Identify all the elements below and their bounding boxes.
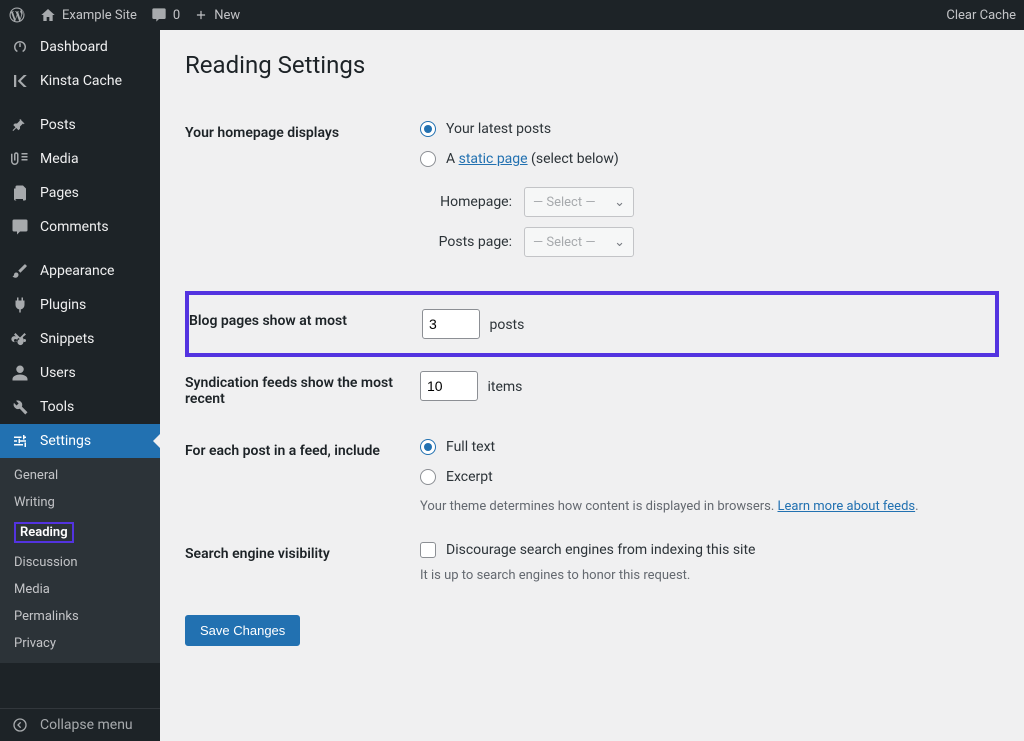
submenu-privacy[interactable]: Privacy [0,630,160,657]
sidebar-item-users[interactable]: Users [0,356,160,390]
submenu-discussion[interactable]: Discussion [0,549,160,576]
sidebar-label: Plugins [40,297,86,313]
wp-logo[interactable] [8,6,26,24]
wordpress-icon [8,6,26,24]
radio-static-page[interactable] [420,151,436,167]
comments-count: 0 [173,8,180,23]
radio-static-label: A static page (select below) [446,151,619,167]
select-placeholder: — Select — [533,195,595,210]
submenu-reading-label: Reading [14,522,74,543]
radio-full-label: Full text [446,439,495,455]
sidebar-item-posts[interactable]: Posts [0,108,160,142]
sidebar-item-settings[interactable]: Settings [0,424,160,458]
collapse-menu-button[interactable]: Collapse menu [0,708,160,741]
sidebar-item-media[interactable]: Media [0,142,160,176]
media-icon [10,150,30,168]
sidebar-item-comments[interactable]: Comments [0,210,160,244]
sidebar-label: Kinsta Cache [40,73,122,89]
radio-full-text[interactable] [420,439,436,455]
sidebar-label: Dashboard [40,39,108,55]
save-changes-button[interactable]: Save Changes [185,615,300,646]
sidebar-label: Media [40,151,79,167]
comment-icon [151,7,167,23]
syndication-label: Syndication feeds show the most recent [185,357,410,425]
sidebar-label: Posts [40,117,76,133]
chevron-down-icon: ⌄ [614,235,625,250]
sidebar-item-dashboard[interactable]: Dashboard [0,30,160,64]
submenu-general[interactable]: General [0,462,160,489]
home-icon [40,7,56,23]
postspage-select-label: Posts page: [420,234,512,250]
items-suffix: items [487,379,522,395]
learn-more-feeds-link[interactable]: Learn more about feeds [778,499,916,514]
sidebar-label: Settings [40,433,91,449]
radio-latest-label: Your latest posts [446,121,551,137]
sidebar-label: Users [40,365,76,381]
sidebar-label: Comments [40,219,109,235]
plus-icon [194,8,208,22]
homepage-displays-label: Your homepage displays [185,107,410,281]
pin-icon [10,116,30,134]
select-placeholder: — Select — [533,235,595,250]
page-title: Reading Settings [185,51,999,79]
search-visibility-label: Search engine visibility [185,528,410,597]
postspage-select[interactable]: — Select — ⌄ [524,227,634,257]
homepage-select-label: Homepage: [420,194,512,210]
sidebar-item-pages[interactable]: Pages [0,176,160,210]
sidebar-item-plugins[interactable]: Plugins [0,288,160,322]
submenu-reading[interactable]: Reading [0,516,160,549]
submenu-media[interactable]: Media [0,576,160,603]
comments-link[interactable]: 0 [151,7,180,23]
kinsta-icon [10,72,30,90]
radio-latest-posts[interactable] [420,121,436,137]
plug-icon [10,296,30,314]
discourage-search-checkbox[interactable] [420,542,436,558]
clear-cache-label: Clear Cache [946,8,1016,23]
submenu-writing[interactable]: Writing [0,489,160,516]
main-content: Reading Settings Your homepage displays … [160,30,1024,741]
user-icon [10,364,30,382]
sliders-icon [10,432,30,450]
sidebar-label: Tools [40,399,74,415]
syndication-items-input[interactable] [420,371,478,401]
brush-icon [10,262,30,280]
search-description: It is up to search engines to honor this… [420,568,989,583]
collapse-icon [10,717,30,733]
radio-excerpt[interactable] [420,469,436,485]
radio-excerpt-label: Excerpt [446,469,493,485]
sidebar-label: Appearance [40,263,114,279]
comments-icon [10,218,30,236]
sidebar-item-tools[interactable]: Tools [0,390,160,424]
new-label: New [214,8,240,23]
submenu-permalinks[interactable]: Permalinks [0,603,160,630]
static-page-link[interactable]: static page [459,151,528,167]
site-name-text: Example Site [62,8,137,23]
collapse-label: Collapse menu [40,717,133,733]
pages-icon [10,184,30,202]
homepage-select[interactable]: — Select — ⌄ [524,187,634,217]
wrench-icon [10,398,30,416]
sidebar-label: Pages [40,185,79,201]
sidebar-item-appearance[interactable]: Appearance [0,254,160,288]
adminbar: Example Site 0 New Clear Cache [0,0,1024,30]
feed-include-label: For each post in a feed, include [185,425,410,528]
posts-suffix: posts [489,317,524,333]
chevron-down-icon: ⌄ [614,195,625,210]
site-name-link[interactable]: Example Site [40,7,137,23]
new-content-link[interactable]: New [194,8,240,23]
settings-submenu: General Writing Reading Discussion Media… [0,458,160,663]
scissors-icon [10,330,30,348]
clear-cache-link[interactable]: Clear Cache [946,8,1016,23]
dashboard-icon [10,38,30,56]
blog-pages-row-highlight: Blog pages show at most posts [187,293,997,355]
sidebar-label: Snippets [40,331,94,347]
sidebar-item-snippets[interactable]: Snippets [0,322,160,356]
admin-sidebar: Dashboard Kinsta Cache Posts Media Pages… [0,30,160,741]
feed-description: Your theme determines how content is dis… [420,499,989,514]
posts-per-page-input[interactable] [422,309,480,339]
blog-pages-label: Blog pages show at most [187,293,412,355]
discourage-search-label: Discourage search engines from indexing … [446,542,755,558]
sidebar-item-kinsta-cache[interactable]: Kinsta Cache [0,64,160,98]
